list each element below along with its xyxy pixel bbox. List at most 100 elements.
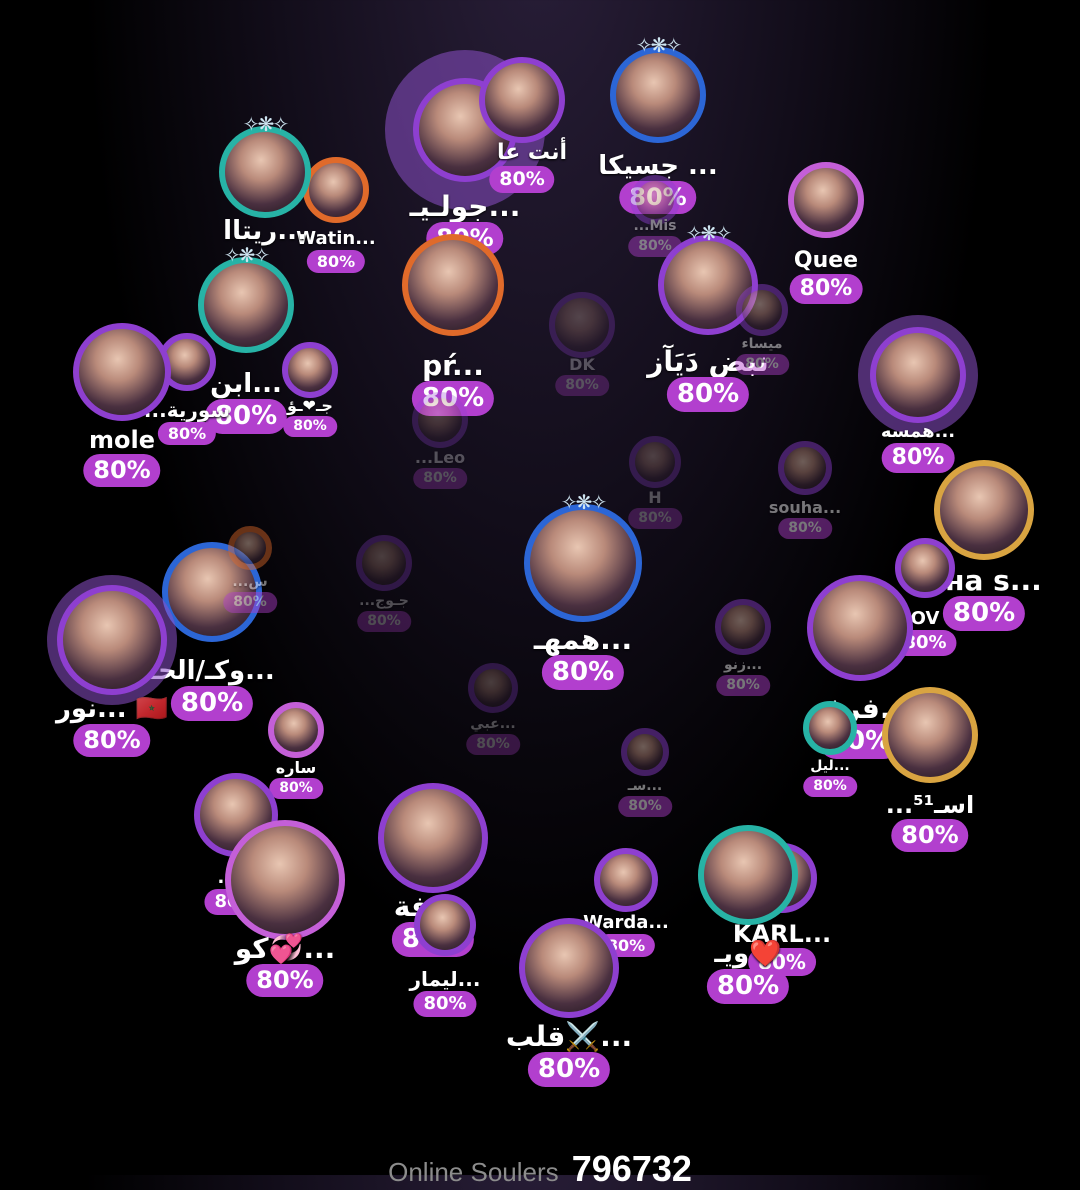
match-percent-badge: 80% xyxy=(555,375,609,396)
avatar[interactable] xyxy=(228,526,272,570)
soul-name: جولـيـ... xyxy=(409,190,521,223)
soul-user[interactable]: أنت عا 80% xyxy=(479,57,567,193)
match-percent-badge: 80% xyxy=(541,655,625,691)
avatar[interactable] xyxy=(225,820,345,940)
soul-user[interactable]: ✧❋✧جسيكا ...80% xyxy=(598,33,718,214)
soul-name: زنو... xyxy=(723,657,763,673)
soul-user[interactable]: ويـ❤️ 80% xyxy=(698,825,798,1005)
soul-user[interactable]: همسه... 80% xyxy=(870,327,966,474)
soul-user[interactable]: souha... 80% xyxy=(769,441,841,539)
match-percent-badge: 80% xyxy=(789,274,863,305)
avatar[interactable] xyxy=(736,284,788,336)
avatar[interactable] xyxy=(594,848,658,912)
soul-user[interactable]: mole 80% xyxy=(73,323,171,487)
match-percent-badge: 80% xyxy=(413,991,477,1017)
soul-user[interactable]: نور... 🇲🇦 80% xyxy=(56,585,168,757)
soul-user[interactable]: سـ... 80% xyxy=(618,728,672,817)
soul-name: ميساء xyxy=(741,336,783,352)
match-percent-badge: 80% xyxy=(735,354,789,375)
match-percent-badge: 80% xyxy=(666,377,750,413)
match-percent-badge: 80% xyxy=(170,686,254,722)
soul-user[interactable]: H 80% xyxy=(628,436,682,529)
avatar[interactable] xyxy=(282,342,338,398)
avatar[interactable] xyxy=(402,234,504,336)
soul-user[interactable]: عبي... 80% xyxy=(466,663,520,755)
avatar[interactable] xyxy=(629,436,681,488)
match-percent-badge: 80% xyxy=(706,969,790,1005)
soul-name: souha... xyxy=(768,498,842,517)
soul-user[interactable]: ✧❋✧ ريتاا... xyxy=(219,112,311,246)
soul-name: عبي... xyxy=(470,716,516,732)
soul-user[interactable]: زنو... 80% xyxy=(715,599,771,696)
match-percent-badge: 80% xyxy=(527,1052,611,1088)
soul-user[interactable]: ...Leo 80% xyxy=(412,392,468,489)
match-percent-badge: 80% xyxy=(83,454,161,487)
soul-name: ابن... xyxy=(210,369,282,399)
soul-user[interactable]: ...جـوج 80% xyxy=(356,535,412,632)
soul-user[interactable]: ...Mis 80% xyxy=(628,175,682,257)
soul-name: جـ❤ـؤ xyxy=(287,396,333,415)
soul-user[interactable]: ...⁵¹اسـ 80% xyxy=(882,687,978,852)
avatar[interactable] xyxy=(870,327,966,423)
avatar[interactable] xyxy=(524,504,642,622)
avatar[interactable] xyxy=(803,701,857,755)
match-percent-badge: 80% xyxy=(413,468,467,489)
soul-user[interactable]: ليمار... 80% xyxy=(410,894,480,1017)
avatar[interactable] xyxy=(414,894,476,956)
avatar[interactable] xyxy=(519,918,619,1018)
soul-user[interactable]: صدفة80% xyxy=(378,783,488,958)
match-percent-badge: 80% xyxy=(803,776,857,797)
soul-name: ويـ❤️ xyxy=(714,939,782,969)
soul-name: mole xyxy=(89,426,155,454)
avatar[interactable] xyxy=(610,47,706,143)
soul-user[interactable]: كو💞... 80% xyxy=(225,820,345,997)
avatar[interactable] xyxy=(468,663,518,713)
avatar[interactable] xyxy=(621,728,669,776)
avatar[interactable] xyxy=(882,687,978,783)
soul-user[interactable]: ميساء 80% xyxy=(735,284,789,375)
soul-name: ...Mis xyxy=(633,218,677,234)
match-percent-badge: 80% xyxy=(778,518,832,539)
soul-name: همهـ... xyxy=(533,623,633,656)
soul-name: ...⁵¹اسـ xyxy=(885,791,975,819)
soul-user[interactable]: ليل... 80% xyxy=(803,701,857,797)
soul-user[interactable]: Quee 80% xyxy=(788,162,864,305)
avatar[interactable] xyxy=(303,157,369,223)
avatar[interactable] xyxy=(549,292,615,358)
avatar[interactable] xyxy=(73,323,171,421)
avatar[interactable] xyxy=(57,585,167,695)
soul-name: pŕ... xyxy=(422,349,484,382)
soul-user[interactable]: ✧❋✧ همهـ... 80% xyxy=(524,490,642,691)
soul-user[interactable]: Warda... 80% xyxy=(583,848,669,958)
soul-user[interactable]: DK 80% xyxy=(549,292,615,396)
soul-name: Watin... xyxy=(296,228,376,249)
avatar[interactable] xyxy=(807,575,913,681)
avatar[interactable] xyxy=(219,126,311,218)
avatar[interactable] xyxy=(788,162,864,238)
match-percent-badge: 80% xyxy=(466,734,520,755)
match-percent-badge: 80% xyxy=(157,422,217,446)
soul-name: كو💞... xyxy=(234,932,336,965)
soul-user[interactable]: Watin... 80% xyxy=(296,157,376,274)
soul-user[interactable]: جـ❤ـؤ 80% xyxy=(282,342,338,437)
avatar[interactable] xyxy=(778,441,832,495)
soul-user[interactable]: فرفو...80% xyxy=(807,575,913,760)
avatar[interactable] xyxy=(268,702,324,758)
avatar[interactable] xyxy=(479,57,565,143)
match-percent-badge: 80% xyxy=(223,592,277,613)
soul-user[interactable]: ساره 80% xyxy=(268,702,324,799)
soul-user[interactable]: ...س 80% xyxy=(223,526,277,613)
wings-frame-icon: ✧❋✧ xyxy=(242,112,289,136)
wings-frame-icon: ✧❋✧ xyxy=(223,243,270,267)
soul-name: ...Leo xyxy=(414,448,466,467)
avatar[interactable] xyxy=(715,599,771,655)
wings-frame-icon: ✧❋✧ xyxy=(685,221,732,245)
soul-name: OV xyxy=(910,608,940,629)
soul-user[interactable]: قلب⚔️... 80% xyxy=(506,918,632,1088)
soul-user[interactable]: pŕ...80% xyxy=(402,234,504,417)
avatar[interactable] xyxy=(698,825,798,925)
avatar[interactable] xyxy=(412,392,468,448)
match-percent-badge: 80% xyxy=(357,611,411,632)
avatar[interactable] xyxy=(356,535,412,591)
avatar[interactable] xyxy=(378,783,488,893)
